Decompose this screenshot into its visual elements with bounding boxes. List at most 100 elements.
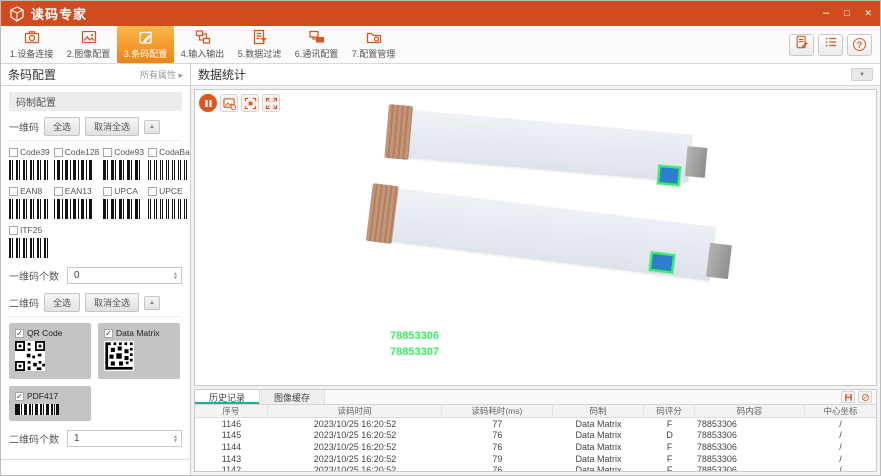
checkbox[interactable] [103,148,112,157]
checkbox[interactable] [15,329,24,338]
report-icon [795,35,809,54]
twod-collapse-button[interactable]: ▲ [144,296,160,310]
toolbar-tab-6[interactable]: 6.通讯配置 [288,26,345,63]
barcode-sample-image [54,160,94,180]
stepper-arrows-icon[interactable]: ▲▼ [173,272,178,280]
fullscreen-button[interactable] [262,94,280,112]
app-window: 读码专家 – □ ✕ 1.设备连接2.图像配置3.条码配置4.输入输出5.数据过… [0,0,881,476]
oned-count-row: 一维码个数 0 ▲▼ [9,267,182,284]
oned-count-stepper[interactable]: 0 ▲▼ [67,267,182,284]
barcode-type-EAN8: EAN8 [9,186,50,219]
oned-deselect-all-button[interactable]: 取消全选 [85,117,139,136]
barcode-sample-image [148,199,188,219]
oned-group-label: 一维码 [9,119,39,134]
stats-header: 数据统计 ▼ [191,64,880,86]
history-tab-1[interactable]: 历史记录 [195,390,260,404]
image-icon [81,29,97,45]
table-cell: 77 [442,419,552,429]
image-viewer[interactable]: 7885330678853307 [194,89,877,386]
table-cell: / [805,454,876,464]
checkbox[interactable] [54,148,63,157]
pause-button[interactable] [199,94,217,112]
checkbox[interactable] [15,392,24,401]
table-row[interactable]: 11442023/10/25 16:20:5276Data MatrixF788… [195,441,876,453]
clear-history-button[interactable] [858,391,872,403]
inspected-part-top [402,110,692,183]
twod-select-all-button[interactable]: 全选 [44,293,80,312]
table-row[interactable]: 11452023/10/25 16:20:5276Data MatrixD788… [195,430,876,442]
fit-view-button[interactable] [241,94,259,112]
checkbox[interactable] [9,148,18,157]
left-panel-header: 条码配置 所有属性 ▸ [1,64,190,86]
oned-group-row: 一维码 全选 取消全选 ▲ [9,117,182,141]
toolbar-tab-4[interactable]: 4.输入输出 [174,26,231,63]
history-table-header: 序号读码时间读码耗时(ms)码制码评分码内容中心坐标 [195,405,876,418]
history-table-body[interactable]: 11462023/10/25 16:20:5277Data MatrixF788… [195,418,876,471]
column-header: 码制 [553,405,645,417]
checkbox[interactable] [103,187,112,196]
checkbox[interactable] [9,226,18,235]
barcode-edit-icon [138,29,154,45]
twod-count-stepper[interactable]: 1 ▲▼ [67,430,182,447]
barcode-type-label: ITF25 [20,225,42,235]
save-image-button[interactable] [220,94,238,112]
toolbar-tab-1[interactable]: 1.设备连接 [3,26,60,63]
oned-count-value: 0 [74,270,80,281]
barcode-type-UPCA: UPCA [103,186,144,219]
table-cell: 78853306 [695,419,805,429]
oned-select-all-button[interactable]: 全选 [44,117,80,136]
barcode-sample-image [9,199,49,219]
table-cell: 76 [442,430,552,440]
all-properties-link[interactable]: 所有属性 ▸ [140,68,183,81]
table-cell: / [805,419,876,429]
help-icon: ? [853,38,866,51]
twod-deselect-all-button[interactable]: 取消全选 [85,293,139,312]
stats-title: 数据统计 [198,66,246,83]
barcode-sample-image [15,404,85,415]
history-tab-2[interactable]: 图像缓存 [260,390,325,404]
twod-group-row: 二维码 全选 取消全选 ▲ [9,293,182,317]
toolbar-tab-3[interactable]: 3.条码配置 [117,26,174,63]
toolbar-tab-7[interactable]: 7.配置管理 [345,26,402,63]
checkbox[interactable] [9,187,18,196]
table-cell: 78853306 [695,442,805,452]
stepper-arrows-icon[interactable]: ▲▼ [173,435,178,443]
table-cell: Data Matrix [553,442,645,452]
column-header: 读码耗时(ms) [442,405,552,417]
table-cell: 1143 [195,454,268,464]
oned-count-label: 一维码个数 [9,268,59,283]
table-cell: 78853306 [695,465,805,471]
toolbar-tab-5[interactable]: 5.数据过滤 [231,26,288,63]
twod-count-label: 二维码个数 [9,431,59,446]
table-cell: / [805,430,876,440]
barcode-type-Code128: Code128 [54,147,100,180]
table-row[interactable]: 11422023/10/25 16:20:5276Data MatrixF788… [195,464,876,471]
help-button[interactable]: ? [847,34,872,56]
twod-tiles: QR CodeData MatrixPDF417 [9,323,182,421]
table-row[interactable]: 11432023/10/25 16:20:5279Data MatrixF788… [195,453,876,465]
checkbox[interactable] [54,187,63,196]
toolbar-tab-2[interactable]: 2.图像配置 [60,26,117,63]
chevron-right-icon: ▸ [178,70,183,80]
list-button[interactable] [818,34,843,56]
stats-collapse-button[interactable]: ▼ [851,68,873,81]
export-history-button[interactable] [841,391,855,403]
checkbox[interactable] [148,187,157,196]
barcode-type-label: PDF417 [27,391,58,401]
detected-code-region-bottom [649,252,675,274]
maximize-button[interactable]: □ [844,9,849,18]
oned-collapse-button[interactable]: ▲ [144,120,160,134]
close-button[interactable]: ✕ [864,9,872,18]
checkbox[interactable] [148,148,157,157]
table-cell: 78853306 [695,454,805,464]
barcode-type-QR-Code: QR Code [9,323,91,379]
copper-end [366,183,399,244]
minimize-button[interactable]: – [823,8,829,19]
checkbox[interactable] [104,329,113,338]
config-manage-icon [366,29,382,45]
table-row[interactable]: 11462023/10/25 16:20:5277Data MatrixF788… [195,418,876,430]
table-cell: 1142 [195,465,268,471]
report-button[interactable] [789,34,814,56]
table-cell: 1146 [195,419,268,429]
barcode-sample-image [15,341,85,373]
